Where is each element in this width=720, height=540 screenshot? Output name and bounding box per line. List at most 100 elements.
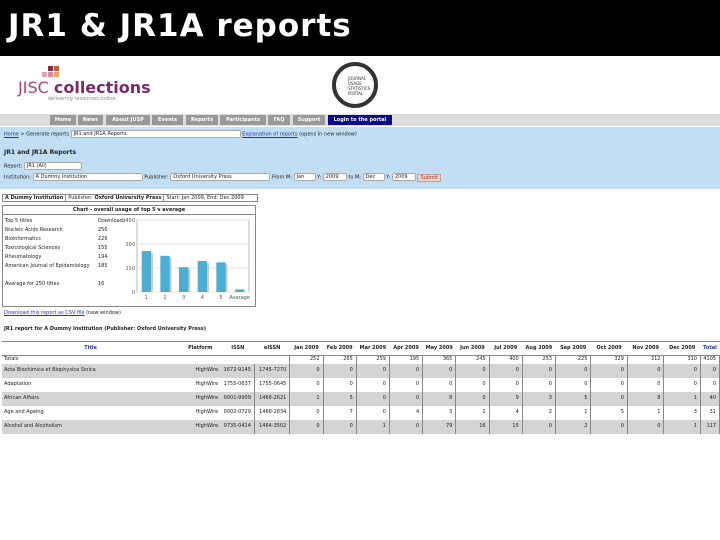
nav-about[interactable]: About JUSP [106, 115, 150, 125]
summary-row: Toxicological Sciences 155 [5, 245, 108, 251]
column-header[interactable]: Platform [179, 341, 222, 356]
cell-issn: 0735-0414 [221, 419, 255, 434]
column-header[interactable]: May 2009 [422, 341, 456, 356]
average-value: 16 [98, 281, 105, 287]
total-cell: 259 [356, 355, 390, 364]
summary-value: 194 [98, 254, 108, 260]
cell-value: 1 [289, 391, 324, 406]
column-header[interactable]: Jul 2009 [489, 341, 523, 356]
summary-title: Toxicological Sciences [5, 245, 61, 251]
cell-value: 0 [627, 363, 665, 378]
to-month-select[interactable]: Dec [362, 173, 385, 181]
publisher-label: Publisher: [144, 174, 169, 181]
cell-value: 1 [555, 405, 592, 420]
summary-header: Top 5 titles Downloads [5, 218, 125, 224]
column-header[interactable]: eISSN [254, 341, 290, 356]
cell-value: 5 [555, 391, 592, 406]
explanation-note: (opens in new window) [299, 131, 357, 138]
summary-value: 155 [98, 245, 108, 251]
from-year-select[interactable]: 2009 [322, 173, 347, 181]
info-institution: A Dummy Institution [3, 195, 67, 201]
report-select[interactable]: JR1 (All) [23, 162, 82, 170]
cell-value: 3 [422, 405, 457, 420]
breadcrumb-home[interactable]: Home [4, 132, 19, 138]
from-year-label: Y: [317, 174, 322, 181]
column-header[interactable]: Apr 2009 [389, 341, 423, 356]
x-tick-label: 3 [182, 295, 185, 301]
from-month-select[interactable]: Jan [293, 173, 316, 181]
cell-value: 7 [323, 405, 357, 420]
summary-chart-box: Chart - overall usage of top 5 v average… [2, 205, 256, 307]
report-info: A Dummy Institution Publisher: Oxford Uni… [2, 194, 258, 202]
column-header[interactable]: Nov 2009 [627, 341, 664, 356]
cell-title: Alcohol and Alcoholism [2, 419, 180, 434]
column-header[interactable]: Oct 2009 [590, 341, 628, 356]
summary-value: 226 [98, 236, 108, 242]
bar [216, 262, 226, 292]
nav-news[interactable]: News [78, 115, 103, 125]
y-tick-label: 150 [125, 266, 135, 272]
report-type-select[interactable]: JR1 and JR1A Reports [70, 130, 241, 138]
cell-value: 31 [700, 405, 720, 420]
bar [179, 267, 189, 292]
cell-platform: HighWire [179, 391, 222, 406]
cell-title: African Affairs [2, 391, 180, 406]
from-month-label: From M: [271, 174, 292, 181]
info-period: Start: Jan 2009, End: Dec 2009 [166, 195, 244, 201]
cell-value: 0 [489, 363, 523, 378]
cell-platform: HighWire [179, 419, 222, 434]
cell-eissn: 1464-3502 [254, 419, 291, 434]
cell-value: 15 [489, 419, 523, 434]
column-header[interactable]: Dec 2009 [663, 341, 701, 356]
summary-row: Bioinformatics 226 [5, 236, 108, 242]
cell-value: 0 [522, 363, 556, 378]
column-header[interactable]: Jun 2009 [455, 341, 490, 356]
nav-events[interactable]: Events [152, 115, 183, 125]
total-cell: 312 [627, 355, 665, 364]
column-header[interactable]: Aug 2009 [522, 341, 556, 356]
publisher-select[interactable]: Oxford University Press [170, 173, 271, 181]
summary-title: American Journal of Epidemiology [5, 263, 90, 269]
y-tick-label: 0 [132, 290, 135, 296]
jisc-logo-text: JISC collections [18, 78, 151, 97]
totals-label: Totals [2, 355, 291, 364]
cell-value: 0 [356, 405, 390, 420]
nav-faq[interactable]: FAQ [268, 115, 290, 125]
cell-value: 0 [590, 391, 628, 406]
column-header[interactable]: Title [2, 341, 180, 356]
cell-platform: HighWire [195, 409, 219, 415]
cell-value: 0 [489, 377, 523, 392]
nav-support[interactable]: Support [293, 115, 325, 125]
bar [141, 251, 151, 292]
cell-value: 8 [422, 391, 457, 406]
total-cell: 400 [489, 355, 523, 364]
x-tick-label: 1 [145, 295, 148, 301]
logo-tagline: delivering resources online [48, 96, 116, 102]
column-header[interactable]: Sep 2009 [555, 341, 591, 356]
to-year-select[interactable]: 2009 [391, 173, 416, 181]
summary-value: 256 [98, 227, 108, 233]
table-row: Acta Biochimica et Biophysica Sinica High… [2, 363, 720, 378]
submit-button[interactable]: Submit [417, 173, 442, 182]
cell-value: 1 [627, 405, 665, 420]
nav-participants[interactable]: Participants [220, 115, 266, 125]
explanation-link[interactable]: Explanation of reports [242, 132, 297, 138]
column-header[interactable]: Total [700, 341, 720, 356]
cell-value: 0 [590, 363, 628, 378]
main-nav: Home News About JUSP Events Reports Part… [0, 114, 720, 126]
download-csv-link[interactable]: Download this report as CSV file [4, 310, 85, 316]
cell-value: 0 [555, 377, 592, 392]
cell-value: 0 [356, 377, 390, 392]
nav-login[interactable]: Login to the portal [328, 115, 392, 125]
column-header[interactable]: Mar 2009 [356, 341, 390, 356]
summary-value: 185 [98, 263, 108, 269]
cell-value: 3 [522, 391, 556, 406]
column-header[interactable]: Jan 2009 [289, 341, 324, 356]
nav-reports[interactable]: Reports [186, 115, 218, 125]
column-header[interactable]: Feb 2009 [323, 341, 357, 356]
cell-title: Age and Ageing [4, 409, 44, 415]
institution-select[interactable]: A Dummy Institution [32, 173, 143, 181]
nav-home[interactable]: Home [50, 115, 76, 125]
column-header[interactable]: ISSN [221, 341, 255, 356]
info-publisher-label: Publisher: [68, 195, 93, 201]
